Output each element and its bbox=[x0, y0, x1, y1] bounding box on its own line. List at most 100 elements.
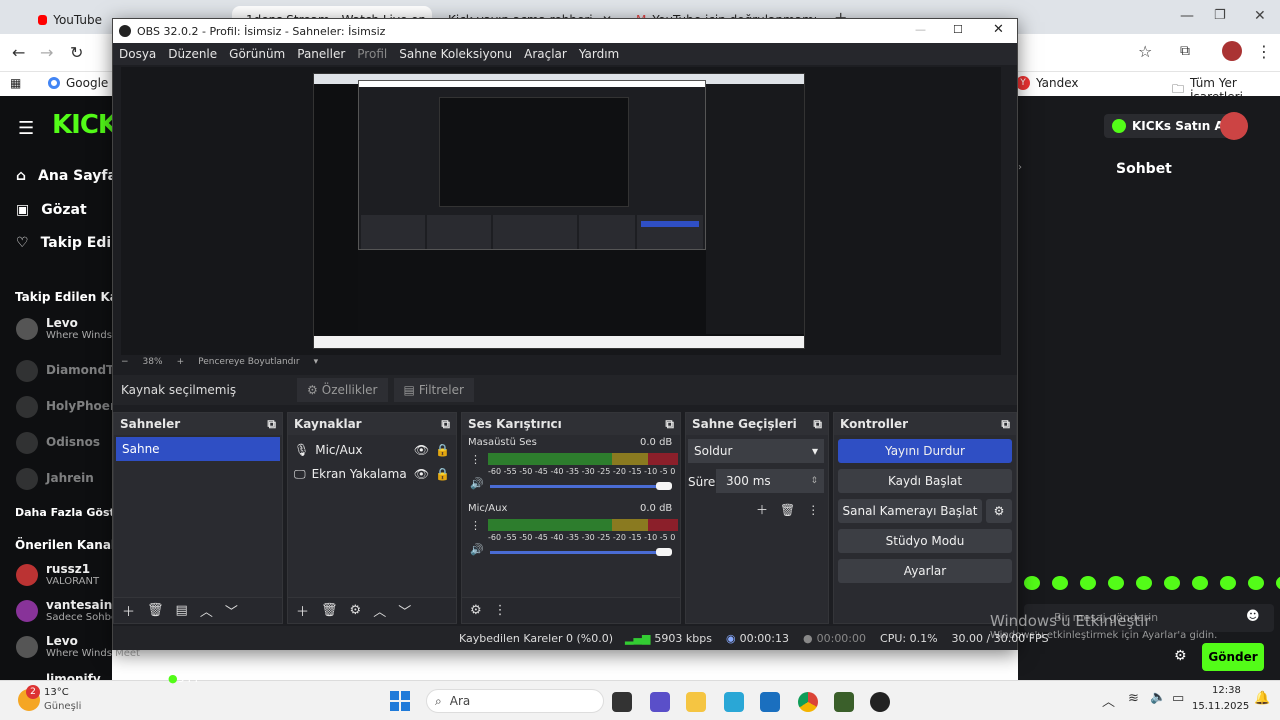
reload-icon[interactable]: ↻ bbox=[70, 43, 83, 62]
bookmark-yandex[interactable]: Y Yandex bbox=[1016, 76, 1079, 90]
lock-icon[interactable]: 🔒 bbox=[435, 467, 450, 481]
emote-icon[interactable] bbox=[1248, 576, 1264, 590]
emote-icon[interactable] bbox=[1136, 576, 1152, 590]
filters-button[interactable]: ▤ Filtreler bbox=[393, 378, 474, 402]
emote-icon[interactable] bbox=[1192, 576, 1208, 590]
eye-icon[interactable]: 👁 bbox=[414, 467, 429, 481]
clock-date[interactable]: 15.11.2025 bbox=[1192, 701, 1249, 712]
emote-icon[interactable] bbox=[1080, 576, 1096, 590]
source-item-mic[interactable]: 🎙 Mic/Aux 👁 🔒 bbox=[294, 439, 450, 461]
chevron-down-icon[interactable]: ▾ bbox=[314, 357, 319, 367]
restore-icon[interactable]: ❐ bbox=[1214, 8, 1226, 23]
kebab-icon[interactable]: ⋮ bbox=[494, 603, 507, 618]
spinner-icon[interactable]: ⇕ bbox=[810, 476, 818, 486]
chrome-icon[interactable] bbox=[798, 692, 818, 712]
chat-app-icon[interactable] bbox=[650, 692, 670, 712]
dock-icon[interactable]: ⧉ bbox=[1001, 417, 1010, 432]
send-button[interactable]: Gönder bbox=[1202, 643, 1264, 671]
user-avatar[interactable] bbox=[1220, 112, 1248, 140]
filter-icon[interactable]: ▤ bbox=[176, 603, 188, 618]
nav-home[interactable]: ⌂ Ana Sayfa bbox=[16, 168, 117, 184]
menu-file[interactable]: Dosya bbox=[119, 47, 156, 61]
followed-channel[interactable]: HolyPhoeni bbox=[16, 394, 123, 418]
gear-icon[interactable]: ⚙ bbox=[350, 603, 362, 618]
source-item-screen[interactable]: 🖵 Ekran Yakalama 👁 🔒 bbox=[294, 463, 450, 485]
gear-icon[interactable]: ⚙ bbox=[470, 603, 482, 618]
preview-canvas[interactable] bbox=[313, 73, 805, 349]
nav-browse[interactable]: ▣ Gözat bbox=[16, 202, 87, 218]
maximize-icon[interactable]: ☐ bbox=[953, 23, 963, 36]
start-virtual-cam-button[interactable]: Sanal Kamerayı Başlat bbox=[838, 499, 982, 523]
dock-icon[interactable]: ⧉ bbox=[267, 417, 276, 432]
task-view-icon[interactable] bbox=[612, 692, 632, 712]
recommended-channel[interactable]: russz1 VALORANT bbox=[16, 562, 99, 587]
emote-icon[interactable] bbox=[1276, 576, 1280, 590]
duration-input[interactable]: 300 ms ⇕ bbox=[716, 469, 824, 493]
trash-icon[interactable]: 🗑 bbox=[147, 603, 164, 618]
virtual-cam-gear-icon[interactable]: ⚙ bbox=[986, 499, 1012, 523]
kebab-icon[interactable]: ⋮ bbox=[470, 453, 481, 466]
profile-avatar[interactable] bbox=[1222, 41, 1242, 61]
add-icon[interactable]: ＋ bbox=[296, 601, 309, 620]
followed-channel[interactable]: Jahrein bbox=[16, 466, 94, 490]
bookmark-google[interactable]: Google bbox=[48, 76, 108, 90]
eye-icon[interactable]: 👁 bbox=[414, 443, 429, 457]
stop-stream-button[interactable]: Yayını Durdur bbox=[838, 439, 1012, 463]
taskbar-search[interactable]: ⌕ Ara bbox=[426, 689, 604, 713]
transition-select[interactable]: Soldur ▾ bbox=[688, 439, 824, 463]
kebab-icon[interactable]: ⋮ bbox=[470, 519, 481, 532]
kick-logo[interactable]: KICK bbox=[52, 110, 118, 140]
menu-edit[interactable]: Düzenle bbox=[168, 47, 217, 61]
dock-icon[interactable]: ⧉ bbox=[813, 417, 822, 432]
collapse-chat-icon[interactable]: › bbox=[1018, 162, 1022, 173]
dock-icon[interactable]: ⧉ bbox=[441, 417, 450, 432]
minimize-icon[interactable]: — bbox=[915, 23, 926, 36]
emote-icon[interactable] bbox=[1052, 576, 1068, 590]
show-more-link[interactable]: Daha Fazla Göster bbox=[15, 506, 128, 519]
clock-time[interactable]: 12:38 bbox=[1212, 685, 1241, 696]
hamburger-icon[interactable]: ☰ bbox=[18, 118, 34, 139]
trash-icon[interactable]: 🗑 bbox=[321, 603, 338, 618]
apps-icon[interactable]: ▦ bbox=[10, 76, 21, 90]
menu-docks[interactable]: Paneller bbox=[297, 47, 345, 61]
menu-tools[interactable]: Araçlar bbox=[524, 47, 567, 61]
volume-slider-knob[interactable] bbox=[656, 548, 672, 556]
speaker-icon[interactable]: 🔊 bbox=[470, 543, 484, 556]
close-window-icon[interactable]: ✕ bbox=[1254, 8, 1266, 24]
menu-scene-collection[interactable]: Sahne Koleksiyonu bbox=[399, 47, 512, 61]
chevron-up-icon[interactable]: ︿ bbox=[1102, 691, 1115, 710]
chevron-down-icon[interactable]: ﹀ bbox=[225, 601, 238, 620]
settings-button[interactable]: Ayarlar bbox=[838, 559, 1012, 583]
close-icon[interactable]: ✕ bbox=[993, 22, 1004, 37]
chevron-down-icon[interactable]: ﹀ bbox=[398, 601, 411, 620]
emote-icon[interactable] bbox=[1024, 576, 1040, 590]
zoom-out-icon[interactable]: − bbox=[121, 357, 129, 367]
fit-window-button[interactable]: Pencereye Boyutlandır bbox=[198, 357, 299, 367]
menu-view[interactable]: Görünüm bbox=[229, 47, 285, 61]
chevron-up-icon[interactable]: ︿ bbox=[200, 601, 213, 620]
extensions-icon[interactable]: ⧉ bbox=[1180, 43, 1190, 59]
followed-channel[interactable]: DiamondTe bbox=[16, 358, 121, 382]
emoji-icon[interactable]: ☻ bbox=[1246, 609, 1260, 624]
properties-button[interactable]: ⚙ Özellikler bbox=[297, 378, 388, 402]
volume-icon[interactable]: 🔈 bbox=[1150, 690, 1166, 705]
obs-taskbar-icon[interactable] bbox=[870, 692, 890, 712]
tab-youtube[interactable]: YouTube bbox=[30, 6, 110, 34]
recommended-channel[interactable]: vantesaint Sadece Sohbe bbox=[16, 598, 118, 623]
zoom-in-icon[interactable]: + bbox=[177, 357, 185, 367]
wifi-icon[interactable]: ≋ bbox=[1128, 691, 1139, 706]
emote-icon[interactable] bbox=[1220, 576, 1236, 590]
minimize-icon[interactable]: — bbox=[1180, 8, 1194, 24]
dock-icon[interactable]: ⧉ bbox=[665, 417, 674, 432]
kebab-icon[interactable]: ⋮ bbox=[807, 503, 819, 517]
chat-settings-icon[interactable]: ⚙ bbox=[1174, 648, 1187, 664]
start-record-button[interactable]: Kaydı Başlat bbox=[838, 469, 1012, 493]
studio-mode-button[interactable]: Stüdyo Modu bbox=[838, 529, 1012, 553]
menu-profile[interactable]: Profil bbox=[357, 47, 387, 61]
windows-start-icon[interactable] bbox=[390, 691, 410, 711]
emote-icon[interactable] bbox=[1164, 576, 1180, 590]
add-icon[interactable]: ＋ bbox=[756, 501, 768, 518]
battery-icon[interactable]: ▭ bbox=[1172, 691, 1184, 706]
trash-icon[interactable]: 🗑 bbox=[780, 503, 795, 517]
volume-slider[interactable] bbox=[490, 485, 670, 488]
